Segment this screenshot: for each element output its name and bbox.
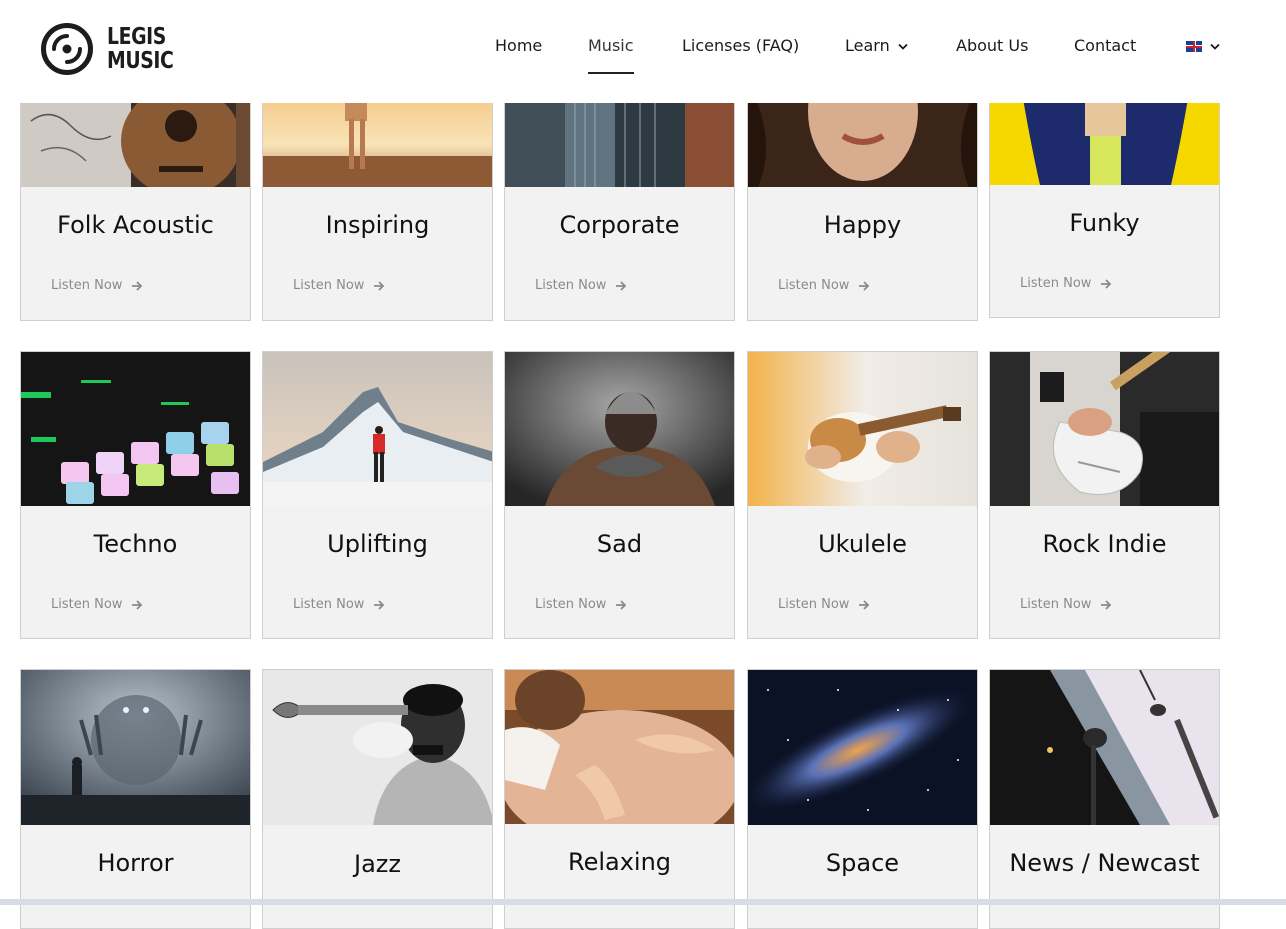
listen-now-link[interactable]: Listen Now xyxy=(778,597,870,612)
genre-image-uplifting xyxy=(263,352,492,506)
arrow-right-icon xyxy=(132,280,143,291)
genre-title: Uplifting xyxy=(327,530,428,558)
logo-text: LEGIS MUSIC xyxy=(107,24,174,74)
genre-title: Folk Acoustic xyxy=(57,211,214,239)
logo-line-2: MUSIC xyxy=(107,48,174,74)
listen-now-link[interactable]: Listen Now xyxy=(535,278,627,293)
genre-image-news-newcast xyxy=(990,670,1219,825)
genre-card-news-newcast[interactable]: News / Newcast xyxy=(989,669,1220,929)
genre-title: Rock Indie xyxy=(1042,530,1167,558)
listen-now-label: Listen Now xyxy=(293,278,365,293)
listen-now-label: Listen Now xyxy=(778,278,850,293)
genre-grid: Folk Acoustic Listen Now Inspiring Liste… xyxy=(0,0,1286,929)
genre-title: Corporate xyxy=(559,211,680,239)
genre-title: Jazz xyxy=(354,850,401,878)
genre-card-sad[interactable]: Sad Listen Now xyxy=(504,351,735,639)
listen-now-label: Listen Now xyxy=(778,597,850,612)
listen-now-label: Listen Now xyxy=(1020,597,1092,612)
listen-now-link[interactable]: Listen Now xyxy=(778,278,870,293)
listen-now-link[interactable]: Listen Now xyxy=(293,278,385,293)
nav-item-music[interactable]: Music xyxy=(588,36,634,55)
genre-card-jazz[interactable]: Jazz xyxy=(262,669,493,929)
genre-title: Sad xyxy=(596,530,643,558)
chevron-down-icon xyxy=(1210,43,1220,50)
chevron-down-icon xyxy=(898,43,908,50)
genre-card-ukulele[interactable]: Ukulele Listen Now xyxy=(747,351,978,639)
horizontal-scrollbar[interactable] xyxy=(0,899,1286,905)
arrow-right-icon xyxy=(374,280,385,291)
listen-now-label: Listen Now xyxy=(51,597,123,612)
nav-item-learn[interactable]: Learn xyxy=(845,36,908,55)
genre-image-rock-indie xyxy=(990,352,1219,506)
genre-card-folk-acoustic[interactable]: Folk Acoustic Listen Now xyxy=(20,80,251,321)
listen-now-label: Listen Now xyxy=(1020,276,1092,291)
genre-card-relaxing[interactable]: Relaxing xyxy=(504,669,735,929)
arrow-right-icon xyxy=(616,599,627,610)
genre-title: Funky xyxy=(1069,209,1140,237)
genre-title: Techno xyxy=(93,530,178,558)
genre-title: News / Newcast xyxy=(1009,849,1200,877)
genre-card-corporate[interactable]: Corporate Listen Now xyxy=(504,80,735,321)
genre-card-techno[interactable]: Techno Listen Now xyxy=(20,351,251,639)
listen-now-link[interactable]: Listen Now xyxy=(51,597,143,612)
listen-now-label: Listen Now xyxy=(293,597,365,612)
logo[interactable]: LEGIS MUSIC xyxy=(40,22,188,76)
genre-card-uplifting[interactable]: Uplifting Listen Now xyxy=(262,351,493,639)
nav-item-home[interactable]: Home xyxy=(495,36,542,55)
arrow-right-icon xyxy=(1101,278,1112,289)
genre-image-relaxing xyxy=(505,670,734,824)
uk-flag-icon xyxy=(1186,41,1202,52)
arrow-right-icon xyxy=(616,280,627,291)
nav-item-contact[interactable]: Contact xyxy=(1074,36,1136,55)
listen-now-link[interactable]: Listen Now xyxy=(293,597,385,612)
logo-line-1: LEGIS xyxy=(107,24,166,50)
listen-now-link[interactable]: Listen Now xyxy=(1020,276,1112,291)
genre-card-space[interactable]: Space xyxy=(747,669,978,929)
arrow-right-icon xyxy=(859,280,870,291)
nav-item-learn-label: Learn xyxy=(845,36,890,55)
genre-image-horror xyxy=(21,670,250,825)
genre-title: Relaxing xyxy=(567,848,672,876)
nav-item-licenses[interactable]: Licenses (FAQ) xyxy=(682,36,799,55)
genre-image-sad xyxy=(505,352,734,506)
genre-card-rock-indie[interactable]: Rock Indie Listen Now xyxy=(989,351,1220,639)
arrow-right-icon xyxy=(132,599,143,610)
active-nav-underline xyxy=(588,72,634,74)
listen-now-link[interactable]: Listen Now xyxy=(51,278,143,293)
site-header: LEGIS MUSIC Home Music Licenses (FAQ) Le… xyxy=(0,0,1286,103)
genre-card-funky[interactable]: Funky Listen Now xyxy=(989,80,1220,318)
genre-image-techno xyxy=(21,352,250,506)
listen-now-link[interactable]: Listen Now xyxy=(535,597,627,612)
listen-now-label: Listen Now xyxy=(535,278,607,293)
language-switcher[interactable] xyxy=(1186,41,1220,52)
logo-icon xyxy=(41,23,93,75)
genre-image-ukulele xyxy=(748,352,977,506)
genre-title: Space xyxy=(825,849,900,877)
listen-now-label: Listen Now xyxy=(51,278,123,293)
listen-now-link[interactable]: Listen Now xyxy=(1020,597,1112,612)
arrow-right-icon xyxy=(374,599,385,610)
genre-card-horror[interactable]: Horror xyxy=(20,669,251,929)
nav-item-about-us[interactable]: About Us xyxy=(956,36,1028,55)
arrow-right-icon xyxy=(1101,599,1112,610)
genre-title: Horror xyxy=(97,849,174,877)
arrow-right-icon xyxy=(859,599,870,610)
genre-card-inspiring[interactable]: Inspiring Listen Now xyxy=(262,80,493,321)
genre-card-happy[interactable]: Happy Listen Now xyxy=(747,80,978,321)
genre-title: Happy xyxy=(823,211,902,239)
genre-title: Inspiring xyxy=(325,211,430,239)
listen-now-label: Listen Now xyxy=(535,597,607,612)
genre-title: Ukulele xyxy=(818,530,907,558)
genre-image-space xyxy=(748,670,977,825)
genre-image-jazz xyxy=(263,670,492,825)
